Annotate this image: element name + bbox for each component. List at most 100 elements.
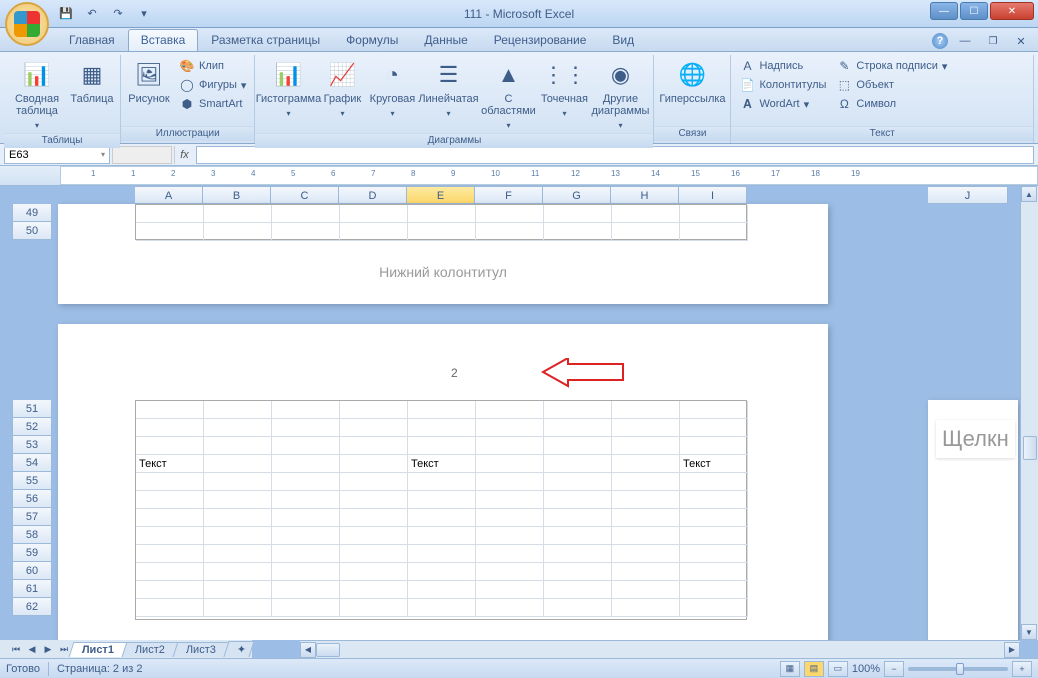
tab-review[interactable]: Рецензирование	[481, 29, 600, 51]
scroll-right-button[interactable]: ▶	[1004, 642, 1020, 658]
zoom-percent[interactable]: 100%	[852, 663, 880, 675]
office-button[interactable]	[5, 2, 49, 46]
tab-view[interactable]: Вид	[599, 29, 647, 51]
close-button[interactable]: ✕	[990, 2, 1034, 20]
tab-home[interactable]: Главная	[56, 29, 128, 51]
pie-chart-button[interactable]: ◔Круговая	[367, 57, 417, 121]
zoom-thumb[interactable]	[956, 663, 964, 675]
scatter-chart-button[interactable]: ⋮⋮Точечная	[539, 57, 589, 121]
row-head-55[interactable]: 55	[12, 472, 52, 490]
restore-window-icon[interactable]: ❐	[982, 30, 1004, 52]
textbox-button[interactable]: AНадпись	[735, 57, 830, 75]
col-head-f[interactable]: F	[475, 186, 543, 204]
cell-a54[interactable]: Текст	[136, 455, 204, 473]
col-head-e[interactable]: E	[407, 186, 475, 204]
tab-formulas[interactable]: Формулы	[333, 29, 411, 51]
new-sheet-button[interactable]: ✦	[224, 641, 255, 657]
row-head-49[interactable]: 49	[12, 204, 52, 222]
vscroll-thumb[interactable]	[1023, 436, 1037, 460]
zoom-out-button[interactable]: −	[884, 661, 904, 677]
col-head-j[interactable]: J	[928, 186, 1008, 204]
row-head-52[interactable]: 52	[12, 418, 52, 436]
scroll-down-button[interactable]: ▼	[1021, 624, 1037, 640]
row-head-57[interactable]: 57	[12, 508, 52, 526]
tab-pagelayout[interactable]: Разметка страницы	[198, 29, 333, 51]
symbol-button[interactable]: ΩСимвол	[832, 95, 951, 113]
smartart-button[interactable]: ⬢SmartArt	[175, 95, 250, 113]
sheet-nav-next[interactable]: ▶	[40, 641, 56, 657]
row-head-59[interactable]: 59	[12, 544, 52, 562]
signature-button[interactable]: ✎Строка подписи ▾	[832, 57, 951, 75]
column-chart-icon: 📊	[272, 59, 304, 91]
column-chart-button[interactable]: 📊Гистограмма	[259, 57, 317, 121]
clipart-button[interactable]: 🎨Клип	[175, 57, 250, 75]
area-chart-icon: ▲	[492, 59, 524, 91]
group-label-links: Связи	[654, 126, 730, 141]
bar-chart-button[interactable]: ☰Линейчатая	[419, 57, 477, 121]
zoom-slider[interactable]	[908, 667, 1008, 671]
headerfooter-button[interactable]: 📄Колонтитулы	[735, 76, 830, 94]
row-head-51[interactable]: 51	[12, 400, 52, 418]
cell-i54[interactable]: Текст	[680, 455, 748, 473]
office-logo-icon	[14, 11, 40, 37]
view-normal-button[interactable]: ▦	[780, 661, 800, 677]
scroll-up-button[interactable]: ▲	[1021, 186, 1037, 202]
wordart-button[interactable]: 𝐀WordArt ▾	[735, 95, 830, 113]
col-head-a[interactable]: A	[135, 186, 203, 204]
col-head-d[interactable]: D	[339, 186, 407, 204]
col-head-c[interactable]: C	[271, 186, 339, 204]
line-chart-button[interactable]: 📈График	[319, 57, 365, 121]
maximize-button[interactable]: ☐	[960, 2, 988, 20]
redo-icon[interactable]: ↷	[107, 3, 129, 25]
shapes-button[interactable]: ◯Фигуры ▾	[175, 76, 250, 94]
col-head-g[interactable]: G	[543, 186, 611, 204]
tab-data[interactable]: Данные	[411, 29, 480, 51]
col-head-h[interactable]: H	[611, 186, 679, 204]
vertical-scrollbar[interactable]: ▲ ▼	[1020, 186, 1038, 640]
sheet-tab-1[interactable]: Лист1	[69, 642, 128, 657]
table-button[interactable]: ▦Таблица	[68, 57, 116, 107]
row-head-54[interactable]: 54	[12, 454, 52, 472]
row-head-56[interactable]: 56	[12, 490, 52, 508]
side-click-text[interactable]: Щелкн	[936, 420, 1015, 458]
scroll-left-button[interactable]: ◀	[300, 642, 316, 658]
row-head-61[interactable]: 61	[12, 580, 52, 598]
col-head-i[interactable]: I	[679, 186, 747, 204]
row-head-50[interactable]: 50	[12, 222, 52, 240]
qat-dropdown-icon[interactable]: ▾	[133, 3, 155, 25]
close-workbook-icon[interactable]: ✕	[1010, 30, 1032, 52]
worksheet-area[interactable]: A B C D E F G H I J 49 50 Нижний колонти…	[0, 186, 1020, 640]
help-icon[interactable]: ?	[932, 33, 948, 49]
sheet-nav-prev[interactable]: ◀	[24, 641, 40, 657]
zoom-in-button[interactable]: +	[1012, 661, 1032, 677]
hyperlink-button[interactable]: 🌐Гиперссылка	[658, 57, 726, 107]
bar-chart-icon: ☰	[432, 59, 464, 91]
picture-icon: 🖼	[133, 59, 165, 91]
horizontal-scrollbar[interactable]: ◀ ▶	[300, 640, 1020, 658]
other-charts-button[interactable]: ◉Другие диаграммы	[591, 57, 649, 133]
sheet-tab-3[interactable]: Лист3	[173, 642, 230, 657]
col-head-b[interactable]: B	[203, 186, 271, 204]
row-head-58[interactable]: 58	[12, 526, 52, 544]
view-pagebreak-button[interactable]: ▭	[828, 661, 848, 677]
sheet-tab-2[interactable]: Лист2	[122, 642, 179, 657]
undo-icon[interactable]: ↶	[81, 3, 103, 25]
cell-e54[interactable]: Текст	[408, 455, 476, 473]
fx-icon[interactable]: fx	[174, 146, 194, 164]
sheet-nav-first[interactable]: ⏮	[8, 641, 24, 657]
area-chart-button[interactable]: ▲С областями	[479, 57, 537, 133]
hscroll-thumb[interactable]	[316, 643, 340, 657]
minimize-button[interactable]: —	[930, 2, 958, 20]
object-button[interactable]: ⬚Объект	[832, 76, 951, 94]
footer-placeholder[interactable]: Нижний колонтитул	[58, 264, 828, 280]
save-icon[interactable]: 💾	[55, 3, 77, 25]
minimize-ribbon-icon[interactable]: —	[954, 30, 976, 52]
row-head-53[interactable]: 53	[12, 436, 52, 454]
picture-button[interactable]: 🖼Рисунок	[125, 57, 173, 107]
row-head-62[interactable]: 62	[12, 598, 52, 616]
view-pagelayout-button[interactable]: ▤	[804, 661, 824, 677]
tab-insert[interactable]: Вставка	[128, 29, 199, 51]
row-head-60[interactable]: 60	[12, 562, 52, 580]
pivot-table-button[interactable]: 📊Сводная таблица	[8, 57, 66, 133]
group-text: AНадпись 📄Колонтитулы 𝐀WordArt ▾ ✎Строка…	[731, 55, 1034, 143]
